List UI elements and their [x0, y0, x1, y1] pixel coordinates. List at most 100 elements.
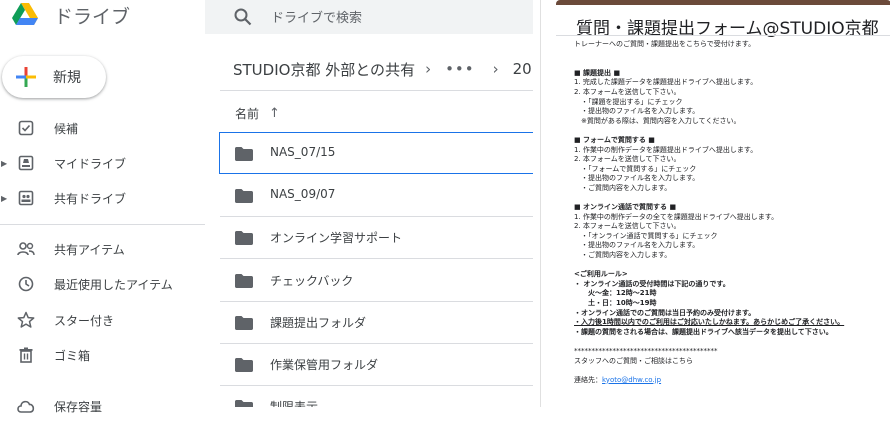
- folder-icon: [235, 274, 253, 288]
- nav-divider: [0, 224, 205, 225]
- form-description-line: [574, 261, 884, 271]
- search-bar[interactable]: ドライブで検索: [205, 0, 533, 34]
- folder-row[interactable]: NAS_07/15: [219, 132, 533, 174]
- form-description-line: ・「フォームで質問する」にチェック: [574, 165, 884, 175]
- folder-icon: [235, 358, 253, 372]
- trash-icon: [16, 345, 36, 365]
- form-description-line: 火〜金：12時〜21時: [574, 289, 884, 299]
- line-text: ・「課題を提出する」にチェック: [574, 97, 683, 106]
- line-text: ・提出物のファイル名を入力します。: [574, 107, 700, 116]
- nav-item-shared-with-me[interactable]: 共有アイテム: [0, 231, 205, 267]
- form-description-line: ・ご質問内容を入力します。: [574, 184, 884, 194]
- nav-item-storage[interactable]: 保存容量: [0, 388, 205, 424]
- form-description-line: ・提出物のファイル名を入力します。: [574, 241, 884, 251]
- line-text: 1. 作業中の制作データの全てを課題提出ドライブへ提出します。: [574, 212, 779, 221]
- nav-item-suggested[interactable]: 候補: [0, 110, 205, 146]
- nav-item-label: ゴミ箱: [54, 348, 91, 363]
- form-description-line: ■ 課題提出 ■: [574, 69, 884, 79]
- contact-email-link[interactable]: kyoto@dhw.co.jp: [602, 376, 661, 384]
- folder-row[interactable]: 作業保管用フォルダ: [220, 344, 533, 386]
- nav-item-label: 共有ドライブ: [54, 191, 127, 206]
- plus-icon: [16, 67, 36, 87]
- search-icon[interactable]: [233, 7, 253, 27]
- line-text: 2. 本フォームを送信して下さい。: [574, 155, 681, 164]
- form-description: トレーナーへのご質問・課題提出をこちらで受付けます。 ■ 課題提出 ■ 1. 完成し…: [574, 40, 884, 385]
- nav-item-label: 最近使用したアイテム: [54, 277, 173, 292]
- form-description-line: ・入力後1時間以内でのご利用はご対応いたしかねます。あらかじめご了承ください。: [574, 318, 884, 328]
- folder-row[interactable]: チェックバック: [220, 260, 533, 302]
- folder-row[interactable]: 課題提出フォルダ: [220, 302, 533, 344]
- form-description-line: [574, 337, 884, 347]
- list-divider: [220, 90, 533, 91]
- form-description-line: ・オンライン通話でのご質問は当日予約のみ受付けます。: [574, 309, 884, 319]
- form-description-line: [574, 194, 884, 204]
- breadcrumb-current[interactable]: 20: [513, 60, 532, 78]
- navigation-sidebar: ドライブ 新規 候補 ▶ マイドライブ ▶ 共有ドライブ 共有アイテム 最近使用…: [0, 0, 205, 414]
- form-description-line: [574, 59, 884, 69]
- form-description-line: ■ オンライン通話で質問する ■: [574, 203, 884, 213]
- shared-drive-icon: [16, 188, 36, 208]
- breadcrumb-parent[interactable]: STUDIO京都 外部との共有: [233, 59, 415, 80]
- form-description-line: 1. 作業中の制作データを課題提出ドライブへ提出します。: [574, 146, 884, 156]
- line-text: 2. 本フォームを送信して下さい。: [574, 87, 681, 96]
- folder-icon: [235, 316, 253, 330]
- nav-item-recent[interactable]: 最近使用したアイテム: [0, 266, 205, 302]
- search-placeholder[interactable]: ドライブで検索: [271, 7, 362, 26]
- breadcrumb-more[interactable]: •••: [445, 60, 475, 78]
- folder-icon: [235, 189, 253, 203]
- people-icon: [16, 239, 36, 259]
- star-icon: [16, 310, 36, 330]
- nav-item-label: 保存容量: [54, 399, 103, 414]
- line-text: 1. 完成した課題データを課題提出ドライブへ提出します。: [574, 78, 758, 87]
- form-description-line: ※質問がある際は、質問内容を入力してください。: [574, 117, 884, 127]
- folder-icon: [235, 400, 253, 407]
- form-description-line: ・提出物のファイル名を入力します。: [574, 107, 884, 117]
- nav-item-my-drive[interactable]: ▶ マイドライブ: [0, 145, 205, 181]
- folder-row[interactable]: NAS_09/07: [220, 175, 533, 217]
- nav-item-shared-drives[interactable]: ▶ 共有ドライブ: [0, 180, 205, 216]
- form-description-line: スタッフへのご質問・ご相談はこちら: [574, 357, 884, 367]
- new-button[interactable]: 新規: [2, 56, 106, 98]
- drive-logo-icon[interactable]: [12, 3, 38, 25]
- question-form-panel: 質問・課題提出フォーム@STUDIO京都 トレーナーへのご質問・課題提出をこちら…: [540, 0, 890, 407]
- form-description-line: <ご利用ルール>: [574, 270, 884, 280]
- line-text: 土・日：10時〜19時: [574, 299, 657, 308]
- chevron-right-icon: ›: [425, 60, 432, 78]
- folder-name: NAS_07/15: [270, 145, 336, 159]
- folder-row[interactable]: オンライン学習サポート: [220, 217, 533, 259]
- folder-icon: [235, 231, 253, 245]
- folder-name: 作業保管用フォルダ: [270, 358, 379, 372]
- form-description-line: ■ フォームで質問する ■: [574, 136, 884, 146]
- line-text: 1. 作業中の制作データを課題提出ドライブへ提出します。: [574, 145, 758, 154]
- folder-name: チェックバック: [270, 274, 354, 288]
- line-text: ・「フォームで質問する」にチェック: [574, 164, 697, 173]
- nav-item-trash[interactable]: ゴミ箱: [0, 337, 205, 373]
- form-description-line: [574, 50, 884, 60]
- sort-ascending-icon[interactable]: ↑: [269, 106, 280, 121]
- breadcrumb: STUDIO京都 外部との共有 › ••• › 20: [233, 55, 532, 83]
- file-list-panel: ドライブで検索 STUDIO京都 外部との共有 › ••• › 20 名前 ↑ …: [205, 0, 533, 407]
- line-text: 連絡先：: [574, 375, 602, 384]
- expand-caret-icon[interactable]: ▶: [1, 159, 7, 168]
- form-description-line: 1. 完成した課題データを課題提出ドライブへ提出します。: [574, 78, 884, 88]
- form-description-line: 1. 作業中の制作データの全てを課題提出ドライブへ提出します。: [574, 213, 884, 223]
- cloud-icon: [16, 396, 36, 416]
- nav-item-label: マイドライブ: [54, 156, 127, 171]
- line-text: 火〜金：12時〜21時: [574, 289, 657, 298]
- line-text: <ご利用ルール>: [574, 270, 628, 279]
- line-text: スタッフへのご質問・ご相談はこちら: [574, 356, 693, 365]
- nav-item-starred[interactable]: スター付き: [0, 302, 205, 338]
- expand-caret-icon[interactable]: ▶: [1, 194, 7, 203]
- line-text: ・オンライン通話でのご質問は当日予約のみ受付けます。: [574, 308, 756, 317]
- line-text: トレーナーへのご質問・課題提出をこちらで受付けます。: [574, 40, 756, 48]
- form-description-line: ・課題の質問をされる場合は、課題提出ドライブへ該当データを提出して下さい。: [574, 328, 884, 338]
- line-text: ※質問がある際は、質問内容を入力してください。: [574, 116, 741, 125]
- nav-item-label: 共有アイテム: [54, 242, 125, 257]
- folder-row[interactable]: 制限表示: [220, 386, 533, 407]
- app-name: ドライブ: [54, 6, 131, 28]
- line-text: ・ご質問内容を入力します。: [574, 183, 672, 192]
- line-text: ■ フォームで質問する ■: [574, 135, 655, 144]
- line-text: ・入力後1時間以内でのご利用はご対応いたしかねます。あらかじめご了承ください。: [574, 318, 845, 327]
- chevron-right-icon: ›: [492, 60, 499, 78]
- sort-name-header[interactable]: 名前 ↑: [235, 105, 280, 122]
